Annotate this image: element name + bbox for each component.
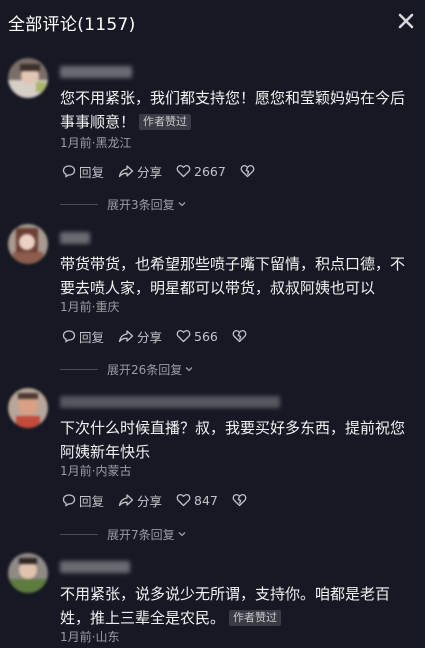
comment-text: 带货带货，也希望那些喷子嘴下留情，积点口德，不要去喷人家，明星都可以带货，叔叔阿… [60, 255, 406, 297]
comment-text: 不用紧张，说多说少无所谓，支持你。咱都是老百姓，推上三辈全是农民。 作者赞过 [60, 585, 391, 627]
share-label: 分享 [137, 164, 163, 180]
reply-icon [62, 165, 76, 178]
comment-actions: 回复 分享 847 [62, 489, 264, 511]
heart-icon [176, 165, 191, 178]
chevron-down-icon [185, 367, 193, 372]
share-label: 分享 [137, 329, 163, 345]
like-count: 566 [194, 328, 218, 344]
dislike-button[interactable] [232, 493, 250, 507]
comment-text: 下次什么时候直播？叔，我要买好多东西，提前祝您阿姨新年快乐 [60, 419, 406, 461]
like-count: 847 [194, 492, 218, 508]
reply-button[interactable]: 回复 [62, 327, 104, 346]
comments-title: 全部评论(1157) [8, 15, 136, 35]
divider-line [60, 203, 98, 205]
share-label: 分享 [137, 493, 163, 509]
like-count: 2667 [194, 163, 226, 179]
broken-heart-icon [240, 165, 255, 178]
expand-replies-label: 展开7条回复 [107, 527, 175, 542]
comments-header: 全部评论(1157) [0, 0, 425, 42]
avatar[interactable] [8, 58, 48, 98]
author-liked-badge: 作者赞过 [139, 114, 192, 130]
comment-meta: 1月前·重庆 [60, 300, 120, 314]
expand-replies-label: 展开26条回复 [107, 362, 183, 377]
expand-replies[interactable]: 展开3条回复 [60, 196, 187, 212]
share-button[interactable]: 分享 [118, 162, 162, 181]
avatar[interactable] [8, 388, 48, 428]
share-button[interactable]: 分享 [118, 491, 162, 510]
username-blurred[interactable] [60, 396, 280, 408]
avatar[interactable] [8, 553, 48, 593]
dislike-button[interactable] [240, 164, 258, 178]
expand-replies[interactable]: 展开26条回复 [60, 361, 194, 377]
broken-heart-icon [232, 330, 247, 343]
comment-actions: 回复 分享 566 [62, 325, 264, 347]
broken-heart-icon [232, 494, 247, 507]
comment-meta: 1月前·黑龙江 [60, 136, 132, 150]
expand-replies[interactable]: 展开7条回复 [60, 526, 187, 542]
username-blurred[interactable] [60, 66, 132, 78]
reply-icon [62, 494, 76, 507]
chevron-down-icon [178, 532, 186, 537]
reply-label: 回复 [79, 493, 105, 509]
divider-line [60, 368, 98, 370]
comment-meta: 1月前·山东 [60, 630, 120, 644]
reply-button[interactable]: 回复 [62, 491, 104, 510]
username-blurred[interactable] [60, 561, 130, 573]
dislike-button[interactable] [232, 329, 250, 343]
avatar[interactable] [8, 224, 48, 264]
author-liked-badge: 作者赞过 [229, 610, 282, 626]
share-icon [118, 330, 134, 343]
comment-meta: 1月前·内蒙古 [60, 464, 132, 478]
heart-icon [176, 330, 191, 343]
reply-label: 回复 [79, 164, 105, 180]
comment-text: 您不用紧张，我们都支持您！愿您和莹颖妈妈在今后事事顺意！ 作者赞过 [60, 89, 406, 131]
reply-label: 回复 [79, 329, 105, 345]
share-button[interactable]: 分享 [118, 327, 162, 346]
close-icon[interactable] [397, 12, 415, 30]
share-icon [118, 165, 134, 178]
like-button[interactable]: 847 [176, 493, 218, 508]
reply-button[interactable]: 回复 [62, 162, 104, 181]
share-icon [118, 494, 134, 507]
divider-line [60, 533, 98, 535]
like-button[interactable]: 566 [176, 329, 218, 344]
expand-replies-label: 展开3条回复 [107, 197, 175, 212]
comment-actions: 回复 分享 2667 [62, 160, 272, 182]
heart-icon [176, 494, 191, 507]
username-blurred[interactable] [60, 232, 90, 244]
like-button[interactable]: 2667 [176, 164, 226, 179]
chevron-down-icon [178, 202, 186, 207]
reply-icon [62, 330, 76, 343]
